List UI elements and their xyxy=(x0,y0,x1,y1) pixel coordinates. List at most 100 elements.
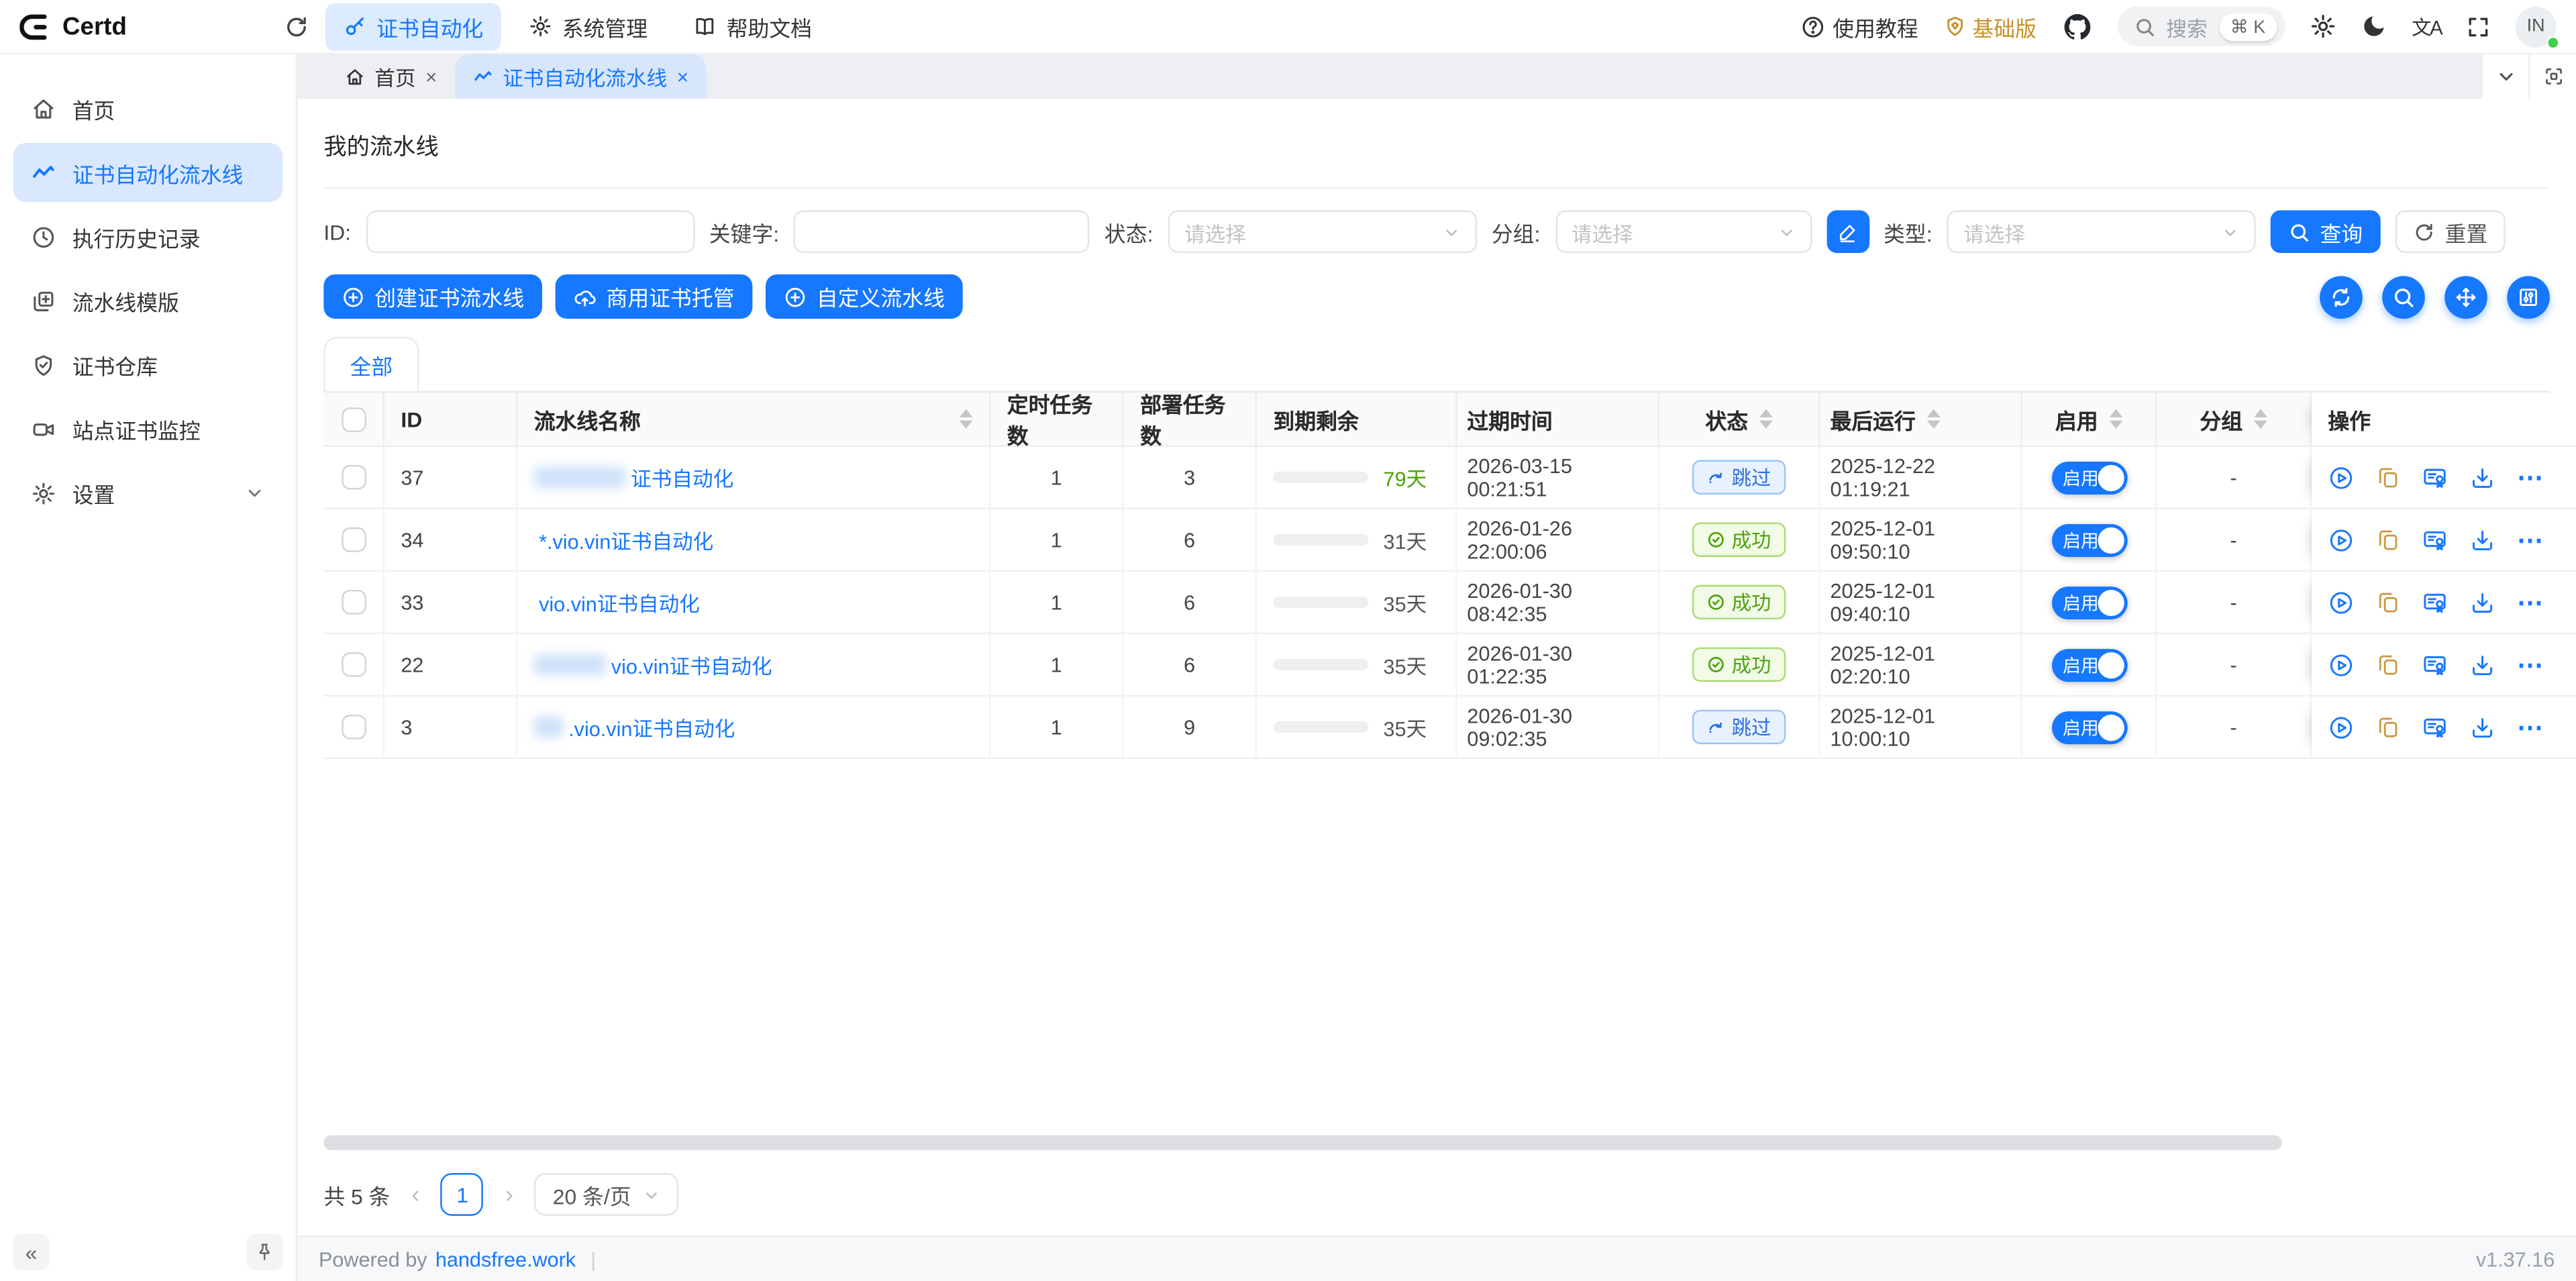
col-header-cron-count[interactable]: 定时任务数 xyxy=(990,393,1123,447)
run-pipeline-button[interactable] xyxy=(2328,652,2354,678)
more-actions-button[interactable]: ⋯ xyxy=(2517,586,2545,619)
language-icon[interactable]: 文A xyxy=(2412,12,2441,40)
reset-button[interactable]: 重置 xyxy=(2395,210,2506,253)
nav-item-cert-automation[interactable]: 证书自动化 xyxy=(325,3,501,50)
id-filter-input[interactable] xyxy=(366,210,694,253)
view-certificate-button[interactable] xyxy=(2422,464,2448,491)
enabled-toggle[interactable]: 启用 xyxy=(2051,586,2127,619)
maximize-content-button[interactable] xyxy=(2528,54,2576,99)
nav-item-docs[interactable]: 帮助文档 xyxy=(676,3,830,50)
github-icon[interactable] xyxy=(2061,11,2093,42)
download-certificate-button[interactable] xyxy=(2469,464,2495,491)
run-pipeline-button[interactable] xyxy=(2328,527,2354,553)
more-actions-button[interactable]: ⋯ xyxy=(2517,523,2545,556)
copy-pipeline-button[interactable] xyxy=(2375,590,2400,615)
sort-carets-icon[interactable] xyxy=(2110,409,2123,429)
create-pipeline-button[interactable]: 创建证书流水线 xyxy=(323,274,542,319)
pipeline-name-link[interactable]: vio.vin证书自动化 xyxy=(539,586,700,618)
collapse-sidebar-button[interactable]: « xyxy=(13,1234,50,1270)
pipeline-name-link[interactable]: vio.vin证书自动化 xyxy=(611,649,772,680)
copy-pipeline-button[interactable] xyxy=(2375,652,2400,677)
download-certificate-button[interactable] xyxy=(2469,527,2495,553)
download-certificate-button[interactable] xyxy=(2469,714,2495,740)
enabled-toggle[interactable]: 启用 xyxy=(2051,523,2127,556)
horizontal-scrollbar[interactable] xyxy=(323,1135,2550,1150)
copy-pipeline-button[interactable] xyxy=(2375,715,2400,739)
edit-groups-button[interactable] xyxy=(1826,210,1869,253)
close-icon[interactable]: × xyxy=(677,65,688,88)
view-certificate-button[interactable] xyxy=(2422,714,2448,740)
reload-icon[interactable] xyxy=(285,14,309,39)
col-header-enabled[interactable]: 启用 xyxy=(2022,393,2157,447)
sidebar-item-site-monitor[interactable]: 站点证书监控 xyxy=(13,399,283,458)
col-header-name[interactable]: 流水线名称 xyxy=(517,393,990,447)
keyword-filter-input[interactable] xyxy=(794,210,1090,253)
view-certificate-button[interactable] xyxy=(2422,652,2448,678)
select-all-checkbox[interactable] xyxy=(341,407,366,431)
sort-carets-icon[interactable] xyxy=(1927,409,1941,429)
group-filter-select[interactable]: 请选择 xyxy=(1555,210,1811,253)
custom-pipeline-button[interactable]: 自定义流水线 xyxy=(766,274,963,319)
col-header-expiry-remaining[interactable]: 到期剩余 xyxy=(1257,393,1457,447)
table-columns-settings-button[interactable] xyxy=(2507,275,2550,318)
page-number[interactable]: 1 xyxy=(441,1173,484,1216)
sidebar-item-home[interactable]: 首页 xyxy=(13,79,283,138)
sidebar-item-cert-repo[interactable]: 证书仓库 xyxy=(13,335,283,394)
view-certificate-button[interactable] xyxy=(2422,589,2448,615)
prev-page-button[interactable]: ‹ xyxy=(405,1180,426,1209)
pipeline-name-link[interactable]: 证书自动化 xyxy=(631,462,733,493)
table-refresh-button[interactable] xyxy=(2320,275,2363,318)
global-search[interactable]: 搜索 ⌘ K xyxy=(2117,7,2285,46)
settings-gear-icon[interactable] xyxy=(2310,13,2336,40)
nav-item-system[interactable]: 系统管理 xyxy=(511,3,666,50)
row-checkbox[interactable] xyxy=(341,527,366,552)
col-header-status[interactable]: 状态 xyxy=(1659,393,1820,447)
download-certificate-button[interactable] xyxy=(2469,589,2495,615)
avatar[interactable]: IN xyxy=(2516,6,2557,47)
run-pipeline-button[interactable] xyxy=(2328,589,2354,615)
next-page-button[interactable]: › xyxy=(499,1180,520,1209)
row-checkbox[interactable] xyxy=(341,715,366,739)
enabled-toggle[interactable]: 启用 xyxy=(2051,648,2127,681)
close-icon[interactable]: × xyxy=(425,65,437,88)
pipeline-name-link[interactable]: .vio.vin证书自动化 xyxy=(568,711,735,743)
sidebar-item-history[interactable]: 执行历史记录 xyxy=(13,207,283,266)
scrollbar-thumb[interactable] xyxy=(323,1135,2282,1150)
sidebar-item-templates[interactable]: 流水线模版 xyxy=(13,271,283,330)
brand[interactable]: Certd xyxy=(19,11,127,42)
commercial-cert-button[interactable]: 商用证书托管 xyxy=(556,274,753,319)
col-header-deploy-count[interactable]: 部署任务数 xyxy=(1124,393,1257,447)
more-actions-button[interactable]: ⋯ xyxy=(2517,711,2545,744)
sidebar-item-pipelines[interactable]: 证书自动化流水线 xyxy=(13,143,283,202)
download-certificate-button[interactable] xyxy=(2469,652,2495,678)
row-checkbox[interactable] xyxy=(341,652,366,677)
copy-pipeline-button[interactable] xyxy=(2375,465,2400,490)
enabled-toggle[interactable]: 启用 xyxy=(2051,461,2127,494)
table-move-button[interactable] xyxy=(2444,275,2487,318)
tab-home[interactable]: 首页 × xyxy=(327,54,455,99)
col-header-last-run[interactable]: 最后运行 xyxy=(1820,393,2022,447)
page-size-select[interactable]: 20 条/页 xyxy=(535,1173,679,1216)
sort-carets-icon[interactable] xyxy=(2254,409,2267,429)
col-header-id[interactable]: ID xyxy=(384,393,517,447)
status-filter-select[interactable]: 请选择 xyxy=(1168,210,1477,253)
group-tab-all[interactable]: 全部 xyxy=(323,337,419,391)
sidebar-item-settings[interactable]: 设置 xyxy=(13,463,283,522)
col-header-group[interactable]: 分组 xyxy=(2157,393,2312,447)
row-checkbox[interactable] xyxy=(341,465,366,490)
sort-carets-icon[interactable] xyxy=(960,409,973,429)
row-checkbox[interactable] xyxy=(341,590,366,615)
run-pipeline-button[interactable] xyxy=(2328,464,2354,491)
more-actions-button[interactable]: ⋯ xyxy=(2517,648,2545,681)
more-actions-button[interactable]: ⋯ xyxy=(2517,461,2545,494)
tab-list-dropdown-button[interactable] xyxy=(2481,54,2528,99)
pipeline-name-link[interactable]: *.vio.vin证书自动化 xyxy=(539,524,713,556)
sort-carets-icon[interactable] xyxy=(1759,409,1773,429)
type-filter-select[interactable]: 请选择 xyxy=(1947,210,2256,253)
table-search-button[interactable] xyxy=(2382,275,2425,318)
dark-mode-moon-icon[interactable] xyxy=(2361,13,2387,40)
col-header-expire-time[interactable]: 过期时间 xyxy=(1457,393,1659,447)
edition-badge[interactable]: 基础版 xyxy=(1943,11,2037,42)
query-button[interactable]: 查询 xyxy=(2271,210,2381,253)
fullscreen-icon[interactable] xyxy=(2466,14,2491,39)
